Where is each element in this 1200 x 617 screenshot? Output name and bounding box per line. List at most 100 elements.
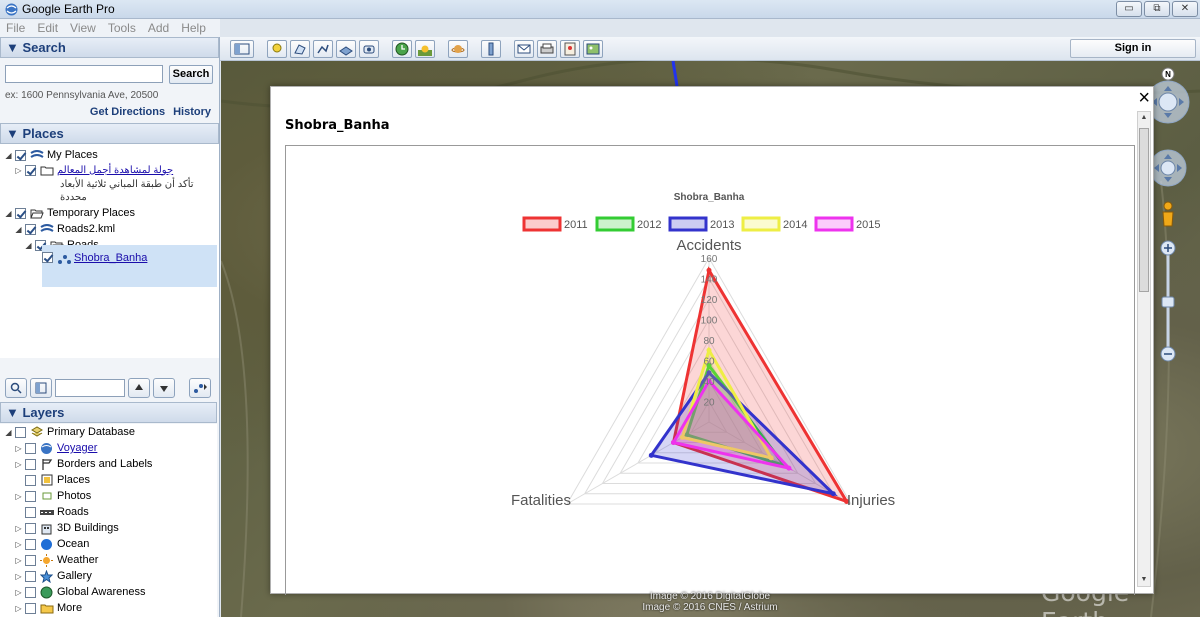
add-placemark-button[interactable] (267, 39, 287, 58)
tree-row-my-places[interactable]: ◢ My Places (4, 147, 97, 163)
move-joystick[interactable] (1149, 149, 1187, 187)
layer-row-3d[interactable]: ▷ 3D Buildings (14, 520, 119, 536)
database-icon (29, 426, 44, 439)
my-places-checkbox[interactable] (15, 149, 26, 161)
ocean-checkbox[interactable] (25, 538, 36, 550)
add-path-button[interactable] (313, 39, 333, 58)
record-tour-button[interactable] (359, 39, 379, 58)
restore-button[interactable]: ⧉ (1144, 1, 1170, 17)
layer-row-photos[interactable]: ▷ Photos (14, 488, 91, 504)
menu-help[interactable]: Help (181, 21, 206, 35)
balloon-scrollbar[interactable]: ▲ ▼ (1137, 111, 1151, 587)
folder-icon (39, 602, 54, 615)
temporary-label: Temporary Places (47, 207, 136, 219)
navigation-controls: N (1146, 66, 1196, 366)
menu-bar: File Edit View Tools Add Help (0, 19, 220, 37)
search-input[interactable] (5, 65, 163, 83)
legend-label-2012: 2012 (637, 219, 661, 231)
ruler-button[interactable] (481, 39, 501, 58)
tree-row-kml[interactable]: ◢ Roads2.kml (14, 221, 115, 237)
look-joystick[interactable] (1146, 80, 1190, 124)
save-image-button[interactable] (583, 39, 603, 58)
tour-link[interactable]: جولة لمشاهدة أجمل المعالم (57, 165, 173, 176)
compass-north[interactable]: N (1161, 67, 1175, 81)
add-overlay-button[interactable] (336, 39, 356, 58)
menu-view[interactable]: View (70, 21, 96, 35)
layer-row-primary[interactable]: ◢ Primary Database (4, 424, 135, 440)
search-button[interactable]: Search (169, 65, 213, 84)
play-tour-button[interactable] (189, 378, 211, 398)
add-polygon-button[interactable] (290, 39, 310, 58)
move-up-button[interactable] (128, 378, 150, 398)
minimize-button[interactable]: ▭ (1116, 1, 1142, 17)
layer-row-weather[interactable]: ▷ Weather (14, 552, 98, 568)
more-checkbox[interactable] (25, 602, 36, 614)
scroll-down-arrow[interactable]: ▼ (1139, 574, 1149, 586)
layer-row-voyager[interactable]: ▷ Voyager (14, 440, 97, 456)
layer-label[interactable]: Voyager (57, 442, 97, 454)
get-directions-link[interactable]: Get Directions (90, 106, 165, 118)
imagery-credits: Image © 2016 DigitalGlobe Image © 2016 C… (600, 591, 820, 613)
print-button[interactable] (537, 39, 557, 58)
places-filter-input[interactable] (55, 379, 125, 397)
voyager-checkbox[interactable] (25, 442, 36, 454)
layer-row-global[interactable]: ▷ Global Awareness (14, 584, 145, 600)
layer-row-more[interactable]: ▷ More (14, 600, 82, 616)
menu-add[interactable]: Add (148, 21, 169, 35)
weather-checkbox[interactable] (25, 554, 36, 566)
borders-checkbox[interactable] (25, 458, 36, 470)
places-panel-header[interactable]: ▼ Places (0, 123, 219, 144)
balloon-close-button[interactable]: × (1138, 88, 1150, 108)
photos-checkbox[interactable] (25, 490, 36, 502)
sunlight-button[interactable] (415, 39, 435, 58)
gallery-checkbox[interactable] (25, 570, 36, 582)
kml-checkbox[interactable] (25, 223, 36, 235)
sidebar: ▼ Search Search ex: 1600 Pennsylvania Av… (0, 37, 220, 617)
data-point-2013-1 (830, 491, 836, 497)
switch-planet-button[interactable] (448, 39, 468, 58)
global-checkbox[interactable] (25, 586, 36, 598)
sign-in-button[interactable]: Sign in (1070, 39, 1196, 58)
search-panel-header[interactable]: ▼ Search (0, 37, 219, 58)
temporary-checkbox[interactable] (15, 207, 26, 219)
search-hint: ex: 1600 Pennsylvania Ave, 20500 (5, 90, 159, 101)
street-view-pegman-icon[interactable] (1162, 201, 1174, 227)
toggle-sidebar-button[interactable] (230, 39, 254, 58)
panel-toggle-button[interactable] (30, 378, 52, 398)
layer-label: Gallery (57, 570, 92, 582)
buildings-checkbox[interactable] (25, 522, 36, 534)
move-down-button[interactable] (153, 378, 175, 398)
layer-row-gallery[interactable]: ▷ Gallery (14, 568, 92, 584)
layer-row-borders[interactable]: ▷ Borders and Labels (14, 456, 152, 472)
roads-layer-checkbox[interactable] (25, 506, 36, 518)
email-button[interactable] (514, 39, 534, 58)
zoom-slider[interactable] (1160, 240, 1176, 362)
tree-row-temporary[interactable]: ◢ Temporary Places (4, 205, 135, 221)
scroll-up-arrow[interactable]: ▲ (1139, 112, 1149, 124)
layer-row-roads[interactable]: Roads (25, 504, 89, 520)
shobra-checkbox[interactable] (42, 252, 53, 263)
view-in-maps-button[interactable] (560, 39, 580, 58)
historical-imagery-button[interactable] (392, 39, 412, 58)
close-window-button[interactable]: ✕ (1172, 1, 1198, 17)
layer-row-ocean[interactable]: ▷ Ocean (14, 536, 89, 552)
tick-label-100: 100 (701, 316, 718, 327)
menu-edit[interactable]: Edit (37, 21, 58, 35)
google-earth-icon (4, 2, 18, 16)
tour-checkbox[interactable] (25, 164, 36, 176)
shobra-banha-link[interactable]: Shobra_Banha (74, 252, 147, 264)
layer-row-places[interactable]: Places (25, 472, 90, 488)
scroll-thumb[interactable] (1139, 128, 1149, 292)
primary-checkbox[interactable] (15, 426, 26, 438)
chart-title: Shobra_Banha (674, 192, 745, 203)
places-layer-checkbox[interactable] (25, 474, 36, 486)
my-places-icon (29, 149, 44, 162)
search-places-button[interactable] (5, 378, 27, 398)
menu-file[interactable]: File (6, 21, 25, 35)
menu-tools[interactable]: Tools (108, 21, 136, 35)
layers-panel-header[interactable]: ▼ Layers (0, 402, 217, 423)
tick-label-60: 60 (703, 357, 715, 368)
tree-row-selected[interactable]: Shobra_Banha (42, 245, 217, 287)
data-point-2013-2 (648, 452, 654, 458)
history-link[interactable]: History (173, 106, 211, 118)
